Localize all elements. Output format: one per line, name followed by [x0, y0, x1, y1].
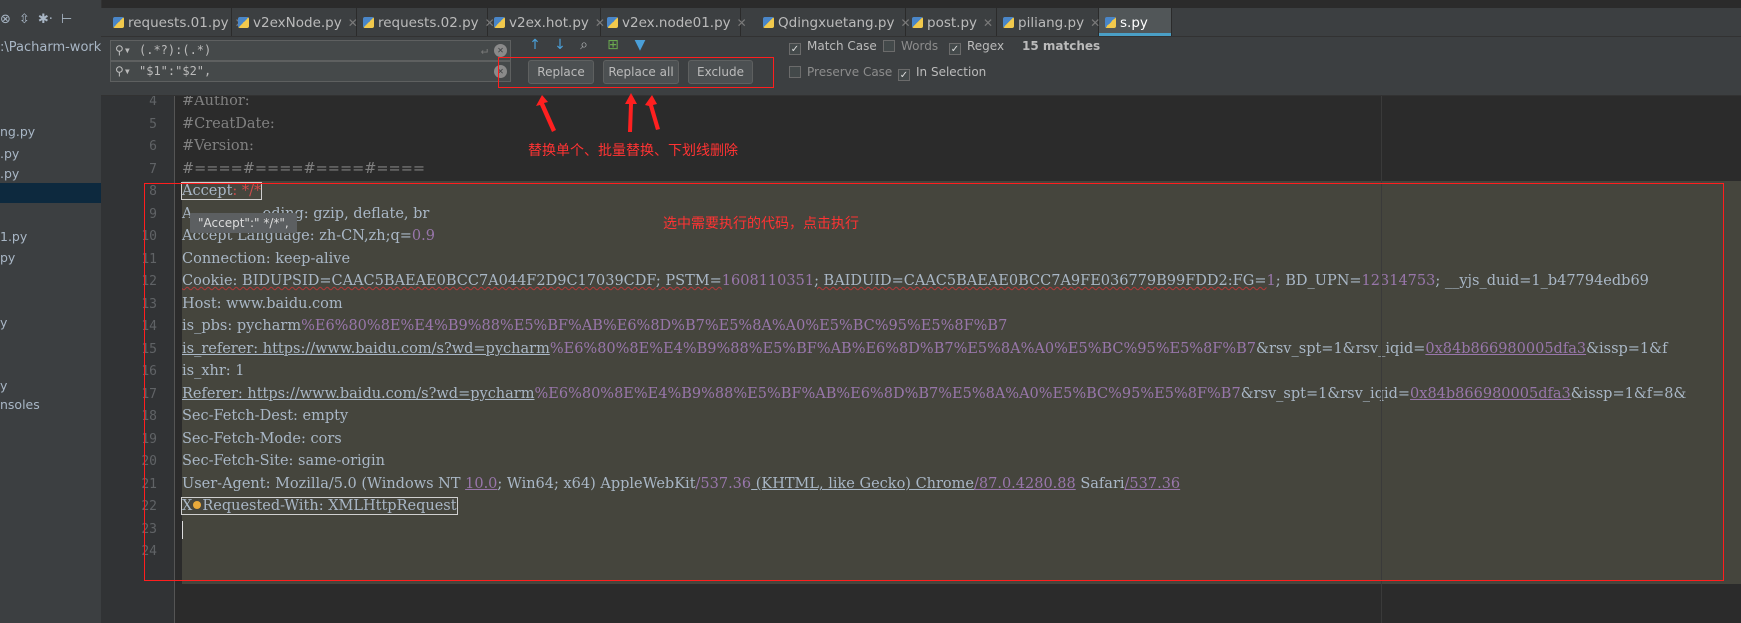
- python-file-icon: [363, 17, 374, 28]
- line-number: 6: [149, 139, 157, 154]
- tab-s[interactable]: s.py: [1099, 8, 1172, 36]
- python-file-icon: [113, 17, 124, 28]
- tab-label: s.py: [1120, 15, 1148, 31]
- selection-annotation: 选中需要执行的代码，点击执行: [663, 216, 859, 232]
- words-label: Words: [901, 39, 939, 53]
- words-checkbox[interactable]: Words: [883, 39, 938, 53]
- replace-input[interactable]: ⚲▾ "$1":"$2", ✕: [110, 61, 511, 82]
- python-file-icon: [1003, 17, 1014, 28]
- match-case-label: Match Case: [807, 39, 877, 53]
- tab-requests02[interactable]: requests.02.py ✕: [357, 8, 495, 36]
- sidebar-file[interactable]: 1.py: [0, 229, 27, 244]
- preserve-case-label: Preserve Case: [807, 65, 893, 79]
- sidebar-file[interactable]: ng.py: [0, 124, 35, 139]
- collapse-icon[interactable]: ⇳: [19, 12, 30, 27]
- match-case-checkbox[interactable]: ✓ Match Case: [789, 39, 877, 55]
- search-icon[interactable]: ⚲▾: [115, 41, 131, 60]
- tab-label: Qdingxuetang.py: [778, 15, 895, 31]
- sidebar-file[interactable]: .py: [0, 146, 19, 161]
- select-all-occurrences-icon[interactable]: ⊞: [605, 37, 621, 53]
- next-occurrence-icon[interactable]: ↓: [552, 37, 568, 53]
- selection-highlight-box: [144, 183, 1724, 581]
- code-line: #Author:: [182, 96, 250, 109]
- previous-occurrence-icon[interactable]: ↑: [527, 37, 543, 53]
- tab-label: requests.02.py: [378, 15, 479, 31]
- code-editor[interactable]: 4 5 6 7 8 9 10 11 12 13 14 15 16 17 18 1…: [101, 96, 1741, 623]
- sidebar-file[interactable]: y: [0, 315, 7, 330]
- tab-label: piliang.py: [1018, 15, 1085, 31]
- sidebar-consoles[interactable]: nsoles: [0, 397, 40, 412]
- clear-search-icon[interactable]: ✕: [494, 44, 507, 57]
- python-file-icon: [763, 17, 774, 28]
- settings-icon[interactable]: ⊗: [0, 12, 11, 27]
- arrow-up-icon: [625, 93, 637, 132]
- gear-icon[interactable]: ✱·: [38, 12, 53, 27]
- close-icon[interactable]: ✕: [983, 16, 993, 30]
- checkbox-checked-icon[interactable]: ✓: [949, 43, 961, 55]
- tab-label: requests.01.py: [128, 15, 229, 31]
- pin-icon[interactable]: ⊢: [61, 12, 72, 27]
- project-sidebar: ⊗ ⇳ ✱· ⊢ :\Pacharm-work ng.py .py .py 1.py …: [0, 0, 102, 623]
- python-file-icon: [1105, 17, 1116, 28]
- filter-icon[interactable]: ▼: [632, 37, 648, 53]
- checkbox-checked-icon[interactable]: ✓: [789, 43, 801, 55]
- find-all-icon[interactable]: ⌕: [576, 37, 592, 53]
- match-count: 15 matches: [1022, 39, 1101, 53]
- sidebar-file[interactable]: py: [0, 250, 15, 265]
- line-number: 7: [149, 162, 157, 177]
- tab-v2exnode01[interactable]: v2ex.node01.py ✕: [601, 8, 747, 36]
- project-path[interactable]: :\Pacharm-work: [0, 40, 101, 55]
- arrow-up-icon: [645, 95, 660, 130]
- search-value: (.*?):(.*): [139, 43, 212, 57]
- checkbox-unchecked-icon[interactable]: [789, 66, 801, 78]
- buttons-highlight-box: [498, 57, 774, 88]
- python-file-icon: [238, 17, 249, 28]
- arrow-up-icon: [536, 95, 556, 132]
- regex-label: Regex: [967, 39, 1005, 53]
- tab-label: post.py: [927, 15, 978, 31]
- search-icon[interactable]: ⚲▾: [115, 62, 131, 81]
- editor-tab-bar: requests.01.py✕ v2exNode.py✕ requests.02…: [101, 8, 1741, 37]
- tab-qdingxuetang[interactable]: Qdingxuetang.py ✕: [757, 8, 911, 36]
- newline-icon[interactable]: ↵: [481, 41, 488, 60]
- annotation-arrows: [536, 93, 660, 132]
- tab-requests01[interactable]: requests.01.py✕: [107, 8, 245, 36]
- python-file-icon: [494, 17, 505, 28]
- tab-label: v2ex.node01.py: [622, 15, 731, 31]
- sidebar-file[interactable]: y: [0, 378, 7, 393]
- python-file-icon: [912, 17, 923, 28]
- sidebar-toolbar: ⊗ ⇳ ✱· ⊢: [0, 12, 80, 27]
- preserve-case-checkbox[interactable]: Preserve Case: [789, 65, 892, 79]
- tab-label: v2ex.hot.py: [509, 15, 589, 31]
- in-selection-label: In Selection: [916, 65, 987, 79]
- tab-piliang[interactable]: piliang.py ✕: [997, 8, 1100, 36]
- sidebar-file[interactable]: .py: [0, 166, 19, 181]
- checkbox-checked-icon[interactable]: ✓: [898, 69, 910, 81]
- checkbox-unchecked-icon[interactable]: [883, 40, 895, 52]
- tab-label: v2exNode.py: [253, 15, 342, 31]
- line-number: 5: [149, 117, 157, 132]
- in-selection-checkbox[interactable]: ✓ In Selection: [898, 65, 986, 81]
- code-line: #====#====#====#====: [182, 161, 425, 177]
- code-line: #Version:: [182, 138, 254, 154]
- close-icon[interactable]: ✕: [737, 16, 747, 30]
- sidebar-selected-row[interactable]: [0, 183, 101, 203]
- tab-v2exnode[interactable]: v2exNode.py ✕: [232, 8, 358, 36]
- code-line: #CreatDate:: [182, 116, 275, 132]
- tab-post[interactable]: post.py ✕: [906, 8, 997, 36]
- search-input[interactable]: ⚲▾ (.*?):(.*) ↵ ✕: [110, 40, 511, 61]
- find-replace-panel: ⚲▾ (.*?):(.*) ↵ ✕ ⚲▾ "$1":"$2", ✕ ↑ ↓ ⌕ …: [101, 37, 1741, 96]
- regex-checkbox[interactable]: ✓ Regex: [949, 39, 1004, 55]
- replace-value: "$1":"$2",: [139, 64, 212, 78]
- tab-v2exhot[interactable]: v2ex.hot.py ✕: [488, 8, 605, 36]
- line-number: 4: [149, 96, 157, 109]
- python-file-icon: [607, 17, 618, 28]
